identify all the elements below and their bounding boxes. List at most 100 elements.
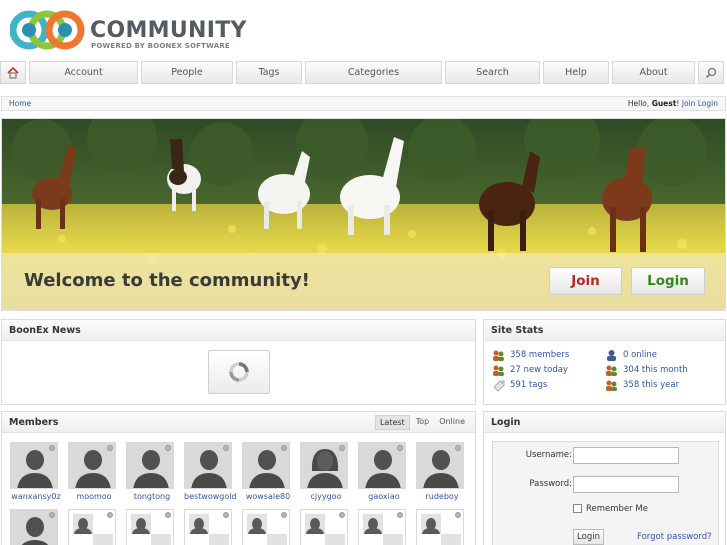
loading-spinner-icon [229, 362, 249, 382]
hero-banner: Welcome to the community! Join Login [1, 118, 726, 311]
member-avatar[interactable] [126, 442, 174, 489]
greeting-join-link[interactable]: Join [682, 99, 696, 108]
offline-status-icon [281, 445, 287, 451]
stat-online-link[interactable]: 0 online [623, 350, 657, 360]
logo-subtitle: POWERED BY BOONEX SOFTWARE [91, 42, 230, 50]
members-header: Members Latest Top Online [2, 412, 475, 433]
tab-online[interactable]: Online [435, 415, 469, 430]
offline-status-icon [223, 512, 229, 518]
nav-categories[interactable]: Categories [305, 61, 442, 84]
nav-tags[interactable]: Tags [236, 61, 302, 84]
password-input[interactable] [573, 476, 679, 493]
logo-title: COMMUNITY [90, 18, 247, 43]
member-name-link[interactable]: bestwowgold [184, 492, 236, 501]
nav-help[interactable]: Help [543, 61, 609, 84]
member-avatar[interactable] [300, 442, 348, 489]
member-avatar[interactable] [68, 509, 116, 545]
member-card[interactable]: cjyygoo [300, 442, 350, 501]
member-name-link[interactable]: moomoo [68, 492, 120, 501]
page: COMMUNITY POWERED BY BOONEX SOFTWARE Acc… [0, 0, 727, 545]
forgot-password-link[interactable]: Forgot password? [637, 532, 712, 542]
nav-search[interactable]: Search [445, 61, 540, 84]
stat-new-today-link[interactable]: 27 new today [510, 365, 568, 375]
offline-status-icon [165, 445, 171, 451]
member-avatar[interactable] [242, 509, 290, 545]
hero-welcome-text: Welcome to the community! [24, 270, 310, 291]
members-title: Members [9, 417, 59, 428]
breadcrumb: Home Hello, Guest! Join Login [1, 96, 726, 111]
member-avatar[interactable] [416, 509, 464, 545]
member-avatar[interactable] [358, 509, 406, 545]
member-card[interactable]: rudeboy [416, 442, 466, 501]
nav-search-button[interactable] [698, 61, 724, 84]
main-nav: Account People Tags Categories Search He… [0, 61, 727, 84]
header: COMMUNITY POWERED BY BOONEX SOFTWARE [0, 0, 727, 60]
member-avatar[interactable] [300, 509, 348, 545]
stat-this-month-link[interactable]: 304 this month [623, 365, 688, 375]
site-stats-title: Site Stats [484, 320, 725, 341]
member-avatar[interactable] [184, 442, 232, 489]
member-card[interactable]: tongtong [126, 442, 176, 501]
stat-tags-link[interactable]: 591 tags [510, 380, 547, 390]
offline-status-icon [107, 445, 113, 451]
member-avatar[interactable] [358, 442, 406, 489]
tab-top[interactable]: Top [412, 415, 434, 430]
members-tabs: Latest Top Online [373, 415, 469, 430]
nav-home-button[interactable] [0, 61, 26, 84]
offline-status-icon [281, 512, 287, 518]
member-avatar[interactable] [10, 442, 58, 489]
member-name-link[interactable]: wowsale80 [242, 492, 294, 501]
offline-status-icon [455, 445, 461, 451]
site-logo[interactable]: COMMUNITY POWERED BY BOONEX SOFTWARE [10, 8, 246, 54]
member-avatar[interactable] [242, 442, 290, 489]
member-card[interactable]: bestwowgold [184, 442, 236, 501]
offline-status-icon [49, 445, 55, 451]
offline-status-icon [339, 445, 345, 451]
nav-account[interactable]: Account [29, 61, 138, 84]
news-loading-spinner [208, 350, 270, 394]
member-avatar[interactable] [10, 509, 58, 545]
member-avatar[interactable] [68, 442, 116, 489]
member-name-link[interactable]: tongtong [126, 492, 178, 501]
member-name-link[interactable]: gaoxiao [358, 492, 410, 501]
member-avatar[interactable] [184, 509, 232, 545]
nav-people[interactable]: People [141, 61, 233, 84]
tab-latest[interactable]: Latest [374, 415, 410, 430]
member-card[interactable]: gaoxiao [358, 442, 408, 501]
news-box: BoonEx News [1, 319, 476, 405]
online-icon [607, 350, 616, 361]
member-avatar[interactable] [416, 442, 464, 489]
member-avatar[interactable] [126, 509, 174, 545]
tag-icon [493, 380, 505, 392]
member-name-link[interactable]: cjyygoo [300, 492, 352, 501]
username-input[interactable] [573, 447, 679, 464]
home-icon [7, 66, 19, 79]
year-members-icon [606, 380, 617, 391]
greeting-username: Guest [651, 99, 677, 108]
member-card[interactable]: wanxansy0z [10, 442, 62, 501]
member-card[interactable]: moomoo [68, 442, 118, 501]
password-label: Password: [529, 479, 572, 489]
nav-about[interactable]: About [612, 61, 695, 84]
login-submit-button[interactable]: Login [573, 529, 604, 545]
offline-status-icon [339, 512, 345, 518]
greeting-suffix: ! [676, 99, 680, 108]
member-name-link[interactable]: wanxansy0z [10, 492, 62, 501]
breadcrumb-home-link[interactable]: Home [9, 99, 31, 108]
greeting-login-link[interactable]: Login [698, 99, 718, 108]
offline-status-icon [455, 512, 461, 518]
members-box: Members Latest Top Online wanxansy0z moom… [1, 411, 476, 545]
hero-login-button[interactable]: Login [631, 267, 705, 295]
logo-rings-icon [10, 10, 85, 50]
member-name-link[interactable]: rudeboy [416, 492, 468, 501]
remember-me-checkbox[interactable] [573, 504, 582, 513]
stat-members-link[interactable]: 358 members [510, 350, 569, 360]
stat-this-year-link[interactable]: 358 this year [623, 380, 679, 390]
month-members-icon [606, 365, 617, 376]
login-form: Username: Password: [492, 441, 719, 545]
offline-status-icon [165, 512, 171, 518]
magnifier-icon [705, 67, 717, 78]
hero-join-button[interactable]: Join [549, 267, 622, 295]
member-card[interactable]: wowsale80 [242, 442, 292, 501]
greeting-prefix: Hello, [627, 99, 650, 108]
